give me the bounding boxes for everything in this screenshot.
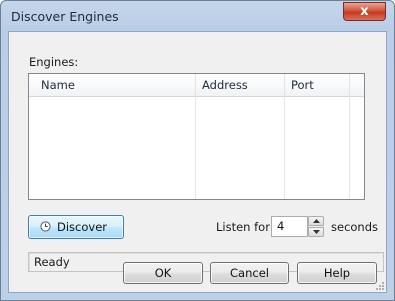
ok-button[interactable]: OK (123, 262, 203, 284)
column-divider (284, 74, 285, 199)
column-divider (349, 74, 350, 199)
listen-seconds-input[interactable]: 4 (271, 216, 308, 237)
engines-list[interactable]: Name Address Port (28, 73, 365, 200)
column-header-port[interactable]: Port (285, 74, 350, 96)
column-divider (195, 74, 196, 199)
window-title: Discover Engines (11, 9, 119, 24)
chevron-down-icon (313, 230, 320, 234)
help-button[interactable]: Help (297, 262, 377, 284)
seconds-label: seconds (331, 220, 379, 234)
spin-down-button[interactable] (308, 227, 324, 237)
listen-seconds-spinner (308, 216, 324, 237)
chevron-up-icon (313, 219, 320, 223)
cancel-button[interactable]: Cancel (210, 262, 289, 284)
close-button[interactable]: x (343, 2, 386, 21)
spin-up-button[interactable] (308, 216, 324, 226)
listen-for-label: Listen for (216, 220, 270, 234)
column-header-name[interactable]: Name (35, 74, 195, 96)
title-bar[interactable]: Discover Engines x (1, 1, 394, 31)
column-header-address[interactable]: Address (196, 74, 286, 96)
discover-button-label: Discover (57, 220, 108, 234)
engines-label: Engines: (29, 55, 79, 69)
resize-grip-icon[interactable] (374, 280, 384, 290)
status-text: Ready (34, 255, 70, 269)
discover-engines-window: Discover Engines x Engines: Name Address… (0, 0, 395, 301)
engines-list-header: Name Address Port (29, 74, 364, 97)
close-icon: x (360, 4, 369, 19)
dialog-body: Engines: Name Address Port Discover List… (8, 31, 387, 293)
clock-icon (40, 221, 51, 232)
discover-button[interactable]: Discover (28, 215, 124, 239)
